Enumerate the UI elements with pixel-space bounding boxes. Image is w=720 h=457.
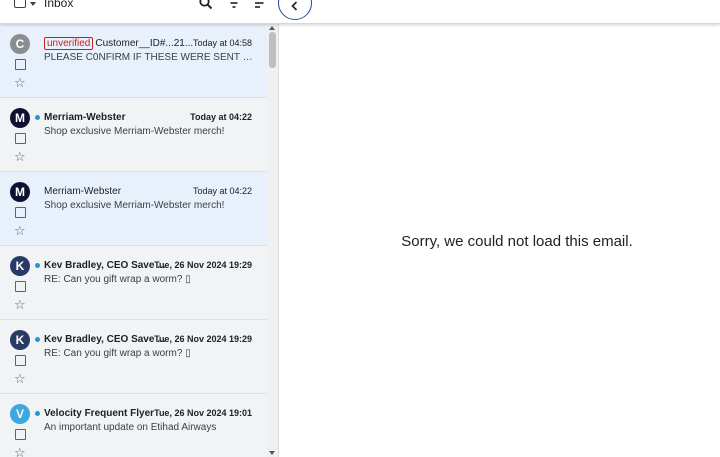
message-date: Tue, 26 Nov 2024 19:29 — [154, 260, 252, 270]
avatar: V — [10, 404, 30, 424]
sender: Merriam-Webster — [44, 111, 194, 124]
avatar: M — [10, 182, 30, 202]
message-row[interactable]: K Kev Bradley, CEO Save ... Tue, 26 Nov … — [0, 320, 278, 394]
unverified-badge: unverified — [44, 37, 94, 50]
sort-icon[interactable] — [251, 0, 271, 13]
message-list: C unverified Customer__ID#...21... Today … — [0, 24, 279, 457]
avatar: M — [10, 108, 30, 128]
select-all-checkbox[interactable] — [14, 0, 26, 8]
message-date: Today at 04:22 — [190, 112, 252, 122]
message-date: Tue, 26 Nov 2024 19:01 — [154, 408, 252, 418]
chevron-left-icon — [291, 1, 298, 11]
message-date: Tue, 26 Nov 2024 19:29 — [154, 334, 252, 344]
sender-name: Velocity Frequent Flyer — [44, 408, 155, 419]
star-icon[interactable]: ☆ — [14, 298, 26, 311]
sender: Merriam-Webster — [44, 185, 194, 198]
message-row[interactable]: M Merriam-Webster Today at 04:22 Shop ex… — [0, 98, 278, 172]
sender-name: Kev Bradley, CEO Save ... — [44, 334, 166, 345]
select-checkbox[interactable] — [15, 281, 26, 292]
sender: unverified Customer__ID#...21... — [44, 37, 194, 50]
star-icon[interactable]: ☆ — [14, 224, 26, 237]
back-button[interactable] — [278, 0, 312, 20]
list-scrollbar[interactable] — [267, 24, 278, 457]
message-subject: Shop exclusive Merriam-Webster merch! — [44, 126, 225, 137]
filter-icon[interactable] — [224, 0, 244, 13]
unread-dot-icon — [35, 263, 40, 268]
scroll-thumb[interactable] — [269, 32, 276, 68]
avatar: C — [10, 34, 30, 54]
message-row[interactable]: K Kev Bradley, CEO Save ... Tue, 26 Nov … — [0, 246, 278, 320]
message-row[interactable]: M Merriam-Webster Today at 04:22 Shop ex… — [0, 172, 278, 246]
select-checkbox[interactable] — [15, 59, 26, 70]
sender-name: Kev Bradley, CEO Save ... — [44, 260, 166, 271]
message-subject: RE: Can you gift wrap a worm? ▯ — [44, 274, 191, 285]
star-icon[interactable]: ☆ — [14, 76, 26, 89]
unread-dot-icon — [35, 411, 40, 416]
message-subject: PLEASE C0NFIRM IF THESE WERE SENT B... — [44, 52, 254, 63]
message-subject: RE: Can you gift wrap a worm? ▯ — [44, 348, 191, 359]
unread-dot-icon — [35, 337, 40, 342]
message-subject: Shop exclusive Merriam-Webster merch! — [44, 200, 225, 211]
message-date: Today at 04:22 — [192, 186, 252, 196]
message-date: Today at 04:58 — [192, 38, 252, 48]
star-icon[interactable]: ☆ — [14, 150, 26, 163]
avatar: K — [10, 330, 30, 350]
message-subject: An important update on Etihad Airways — [44, 422, 217, 433]
sender-name: Merriam-Webster — [44, 112, 126, 123]
select-checkbox[interactable] — [15, 207, 26, 218]
select-checkbox[interactable] — [15, 429, 26, 440]
message-row[interactable]: C unverified Customer__ID#...21... Today … — [0, 24, 278, 98]
scroll-up-arrow-icon[interactable] — [269, 26, 275, 30]
sender-name: Merriam-Webster — [44, 186, 122, 197]
message-row[interactable]: V Velocity Frequent Flyer Tue, 26 Nov 20… — [0, 394, 278, 457]
select-checkbox[interactable] — [15, 133, 26, 144]
caret-down-icon[interactable] — [30, 2, 36, 6]
star-icon[interactable]: ☆ — [14, 446, 26, 457]
toolbar: Inbox — [0, 0, 720, 24]
sender-name: Customer__ID#...21... — [95, 38, 194, 49]
star-icon[interactable]: ☆ — [14, 372, 26, 385]
avatar: K — [10, 256, 30, 276]
scroll-down-arrow-icon[interactable] — [269, 451, 275, 455]
folder-title: Inbox — [44, 0, 74, 10]
search-icon[interactable] — [196, 0, 216, 13]
load-error-message: Sorry, we could not load this email. — [401, 233, 633, 250]
select-checkbox[interactable] — [15, 355, 26, 366]
reading-pane: Sorry, we could not load this email. — [280, 24, 720, 457]
unread-dot-icon — [35, 115, 40, 120]
